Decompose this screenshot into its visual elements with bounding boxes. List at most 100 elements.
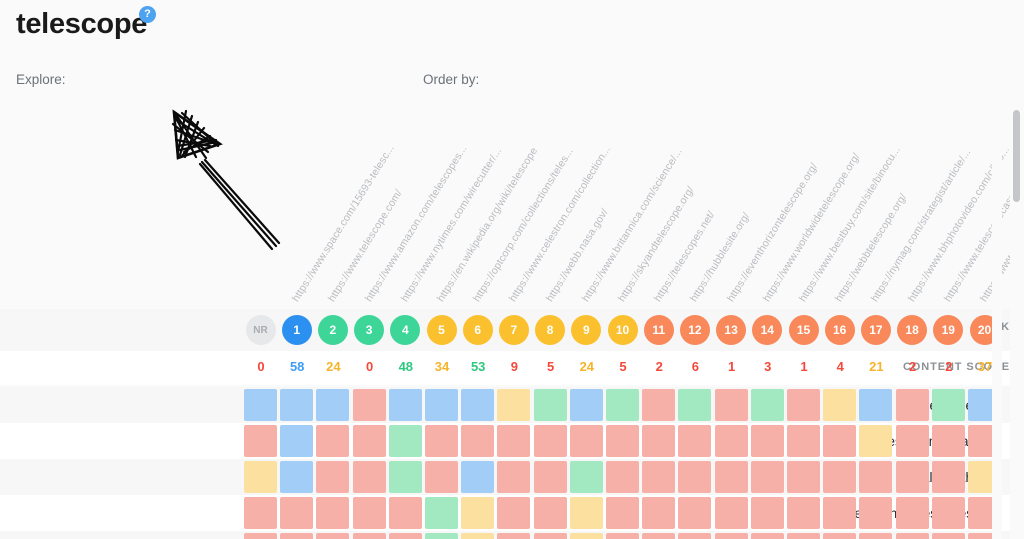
heatmap-cell[interactable] xyxy=(461,461,495,493)
heatmap-cell[interactable] xyxy=(352,389,386,421)
heatmap-cell[interactable] xyxy=(787,389,820,421)
heatmap-cell[interactable] xyxy=(425,497,458,529)
heatmap-cell[interactable] xyxy=(497,533,531,539)
heatmap-cell[interactable] xyxy=(714,497,748,529)
heatmap-cell[interactable] xyxy=(533,533,567,539)
heatmap-cell[interactable] xyxy=(678,425,712,457)
heatmap-cell[interactable] xyxy=(678,461,712,493)
heatmap-cell[interactable] xyxy=(533,497,567,529)
heatmap-cell[interactable] xyxy=(823,461,857,493)
rank-chip[interactable]: 17 xyxy=(860,315,891,345)
heatmap-cell[interactable] xyxy=(931,461,965,493)
heatmap-cell[interactable] xyxy=(606,425,639,457)
heatmap-cell[interactable] xyxy=(316,533,350,539)
heatmap-cell[interactable] xyxy=(569,389,603,421)
rank-chip[interactable]: 9 xyxy=(571,315,602,345)
heatmap-cell[interactable] xyxy=(316,389,350,421)
heatmap-cell[interactable] xyxy=(497,389,531,421)
rank-chip[interactable]: 6 xyxy=(462,315,493,345)
heatmap-cell[interactable] xyxy=(642,533,676,539)
rank-chip[interactable]: 19 xyxy=(933,315,964,345)
heatmap-cell[interactable] xyxy=(931,497,965,529)
rank-chip[interactable]: 3 xyxy=(354,315,385,345)
heatmap-cell[interactable] xyxy=(931,425,965,457)
heatmap-cell[interactable] xyxy=(425,533,458,539)
heatmap-cell[interactable] xyxy=(461,389,495,421)
heatmap-cell[interactable] xyxy=(388,533,422,539)
heatmap-cell[interactable] xyxy=(569,461,603,493)
heatmap-cell[interactable] xyxy=(352,425,386,457)
heatmap-cell[interactable] xyxy=(533,461,567,493)
heatmap-cell[interactable] xyxy=(461,425,495,457)
heatmap-cell[interactable] xyxy=(642,425,676,457)
heatmap-cell[interactable] xyxy=(244,497,277,529)
heatmap-cell[interactable] xyxy=(787,497,820,529)
heatmap-cell[interactable] xyxy=(461,533,495,539)
heatmap-cell[interactable] xyxy=(931,533,965,539)
help-icon[interactable]: ? xyxy=(139,6,156,23)
heatmap-cell[interactable] xyxy=(606,533,639,539)
heatmap-cell[interactable] xyxy=(316,461,350,493)
heatmap-cell[interactable] xyxy=(931,389,965,421)
heatmap-cell[interactable] xyxy=(750,389,784,421)
heatmap-cell[interactable] xyxy=(244,461,277,493)
heatmap-cell[interactable] xyxy=(823,497,857,529)
heatmap-cell[interactable] xyxy=(642,461,676,493)
heatmap-cell[interactable] xyxy=(787,425,820,457)
rank-chip[interactable]: 8 xyxy=(535,315,566,345)
heatmap-cell[interactable] xyxy=(316,425,350,457)
rank-chip[interactable]: 11 xyxy=(643,315,674,345)
heatmap-cell[interactable] xyxy=(280,461,314,493)
heatmap-cell[interactable] xyxy=(244,425,277,457)
heatmap-cell[interactable] xyxy=(352,533,386,539)
heatmap-cell[interactable] xyxy=(642,497,676,529)
heatmap-cell[interactable] xyxy=(859,533,893,539)
heatmap-cell[interactable] xyxy=(859,389,893,421)
heatmap-cell[interactable] xyxy=(244,533,277,539)
heatmap-cell[interactable] xyxy=(678,497,712,529)
heatmap-cell[interactable] xyxy=(787,461,820,493)
heatmap-cell[interactable] xyxy=(425,389,458,421)
heatmap-cell[interactable] xyxy=(750,533,784,539)
rank-chip[interactable]: 13 xyxy=(716,315,747,345)
heatmap-cell[interactable] xyxy=(388,461,422,493)
heatmap-cell[interactable] xyxy=(606,497,639,529)
rank-chip[interactable]: 14 xyxy=(752,315,783,345)
heatmap-cell[interactable] xyxy=(714,533,748,539)
heatmap-cell[interactable] xyxy=(823,533,857,539)
rank-chip[interactable]: 5 xyxy=(426,315,457,345)
heatmap-cell[interactable] xyxy=(497,497,531,529)
rank-chip[interactable]: 4 xyxy=(390,315,421,345)
heatmap-cell[interactable] xyxy=(606,389,639,421)
heatmap-cell[interactable] xyxy=(895,389,929,421)
heatmap-cell[interactable] xyxy=(388,425,422,457)
heatmap-cell[interactable] xyxy=(461,497,495,529)
heatmap-cell[interactable] xyxy=(714,389,748,421)
heatmap-cell[interactable] xyxy=(859,461,893,493)
heatmap-cell[interactable] xyxy=(750,425,784,457)
rank-chip[interactable]: 1 xyxy=(281,315,312,345)
rank-chip[interactable]: 18 xyxy=(897,315,928,345)
heatmap-cell[interactable] xyxy=(569,497,603,529)
heatmap-cell[interactable] xyxy=(244,389,277,421)
vertical-scrollbar-thumb[interactable] xyxy=(1013,110,1020,202)
column-url-label[interactable]: https://webbtelescope.org/ xyxy=(833,191,910,304)
heatmap-cell[interactable] xyxy=(280,533,314,539)
heatmap-cell[interactable] xyxy=(425,461,458,493)
heatmap-cell[interactable] xyxy=(606,461,639,493)
heatmap-cell[interactable] xyxy=(497,461,531,493)
heatmap-cell[interactable] xyxy=(787,533,820,539)
heatmap-cell[interactable] xyxy=(714,461,748,493)
heatmap-cell[interactable] xyxy=(859,425,893,457)
heatmap-cell[interactable] xyxy=(823,425,857,457)
heatmap-cell[interactable] xyxy=(895,425,929,457)
heatmap-cell[interactable] xyxy=(895,497,929,529)
heatmap-cell[interactable] xyxy=(678,389,712,421)
heatmap-cell[interactable] xyxy=(388,497,422,529)
rank-chip[interactable]: 10 xyxy=(607,315,638,345)
rank-chip[interactable]: NR xyxy=(245,315,276,345)
rank-chip[interactable]: 16 xyxy=(824,315,855,345)
heatmap-cell[interactable] xyxy=(569,533,603,539)
heatmap-cell[interactable] xyxy=(750,497,784,529)
heatmap-cell[interactable] xyxy=(569,425,603,457)
